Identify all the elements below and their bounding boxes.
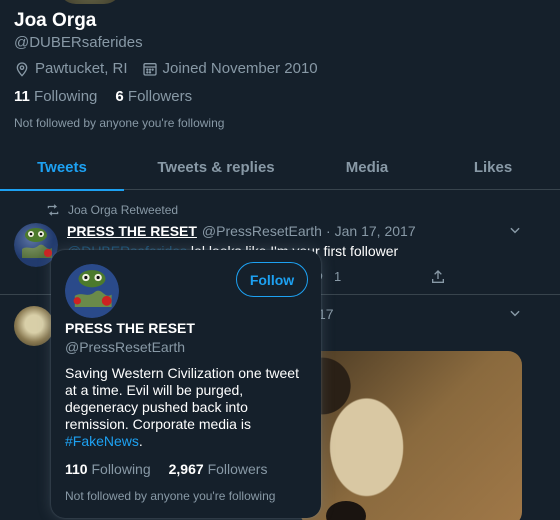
follow-button[interactable]: Follow (236, 262, 308, 297)
tweet-date[interactable]: Jan 17, 2017 (335, 223, 416, 239)
hovercard-counts: 110 Following 2,967 Followers (65, 461, 285, 477)
tweet-header: PRESS THE RESET @PressResetEarth · Jan 1… (67, 223, 416, 239)
hovercard-followers-label: Followers (207, 461, 268, 477)
hovercard-followers-count: 2,967 (168, 461, 204, 477)
profile-meta: Pawtucket, RI Joined November 2010 (14, 60, 332, 77)
like-count: 1 (334, 269, 342, 284)
tab-media[interactable]: Media (308, 145, 426, 190)
tweet-media-image[interactable] (300, 351, 522, 520)
tab-tweets[interactable]: Tweets (0, 145, 124, 191)
profile-name: Joa Orga (14, 10, 97, 31)
profile-counts: 11 Following 6 Followers (14, 88, 210, 105)
bio-text: Saving Western Civilization one tweet at… (65, 365, 299, 432)
profile-handle: @DUBERsaferides (14, 34, 143, 51)
hovercard-followers-link[interactable]: 2,967 Followers (169, 461, 268, 477)
chevron-down-icon[interactable] (508, 223, 522, 237)
profile-avatar[interactable] (58, 0, 122, 4)
hovercard-not-followed: Not followed by anyone you're following (65, 489, 276, 503)
followers-label: Followers (127, 88, 193, 105)
retweet-label: Joa Orga Retweeted (68, 203, 179, 217)
author-handle[interactable]: @PressResetEarth (202, 223, 322, 239)
following-link[interactable]: 11 Following (14, 88, 97, 105)
dog-photo-detail (326, 501, 366, 520)
share-icon[interactable] (430, 269, 446, 285)
location-text: Pawtucket, RI (35, 60, 128, 77)
hovercard-name[interactable]: PRESS THE RESET (65, 320, 195, 336)
calendar-icon (142, 62, 157, 76)
hovercard-following-count: 110 (65, 461, 88, 477)
followers-count: 6 (115, 88, 124, 105)
separator: · (325, 223, 331, 239)
following-label: Following (34, 88, 98, 105)
bio-hashtag[interactable]: #FakeNews (65, 433, 139, 449)
profile-location: Pawtucket, RI (14, 60, 128, 77)
followers-link[interactable]: 6 Followers (115, 88, 192, 105)
retweet-icon (47, 204, 59, 216)
joined-text: Joined November 2010 (162, 60, 318, 77)
hovercard-following-link[interactable]: 110 Following (65, 461, 151, 477)
hovercard-handle[interactable]: @PressResetEarth (65, 339, 185, 355)
tab-likes[interactable]: Likes (426, 145, 560, 190)
chevron-down-icon[interactable] (508, 306, 522, 320)
bio-end: . (138, 433, 143, 449)
author-avatar[interactable] (14, 306, 54, 346)
retweet-context: Joa Orga Retweeted (46, 203, 178, 217)
hovercard-following-label: Following (91, 461, 151, 477)
following-count: 11 (14, 88, 30, 105)
not-followed-note: Not followed by anyone you're following (14, 116, 225, 130)
profile-hovercard: Follow PRESS THE RESET @PressResetEarth … (51, 250, 321, 518)
hovercard-bio: Saving Western Civilization one tweet at… (65, 365, 310, 450)
tab-tweets-replies[interactable]: Tweets & replies (124, 145, 308, 190)
hovercard-avatar[interactable] (65, 264, 119, 318)
location-icon (16, 61, 28, 77)
author-name[interactable]: PRESS THE RESET (67, 223, 197, 239)
profile-joined: Joined November 2010 (142, 60, 318, 77)
profile-tabs: Tweets Tweets & replies Media Likes (0, 145, 560, 191)
